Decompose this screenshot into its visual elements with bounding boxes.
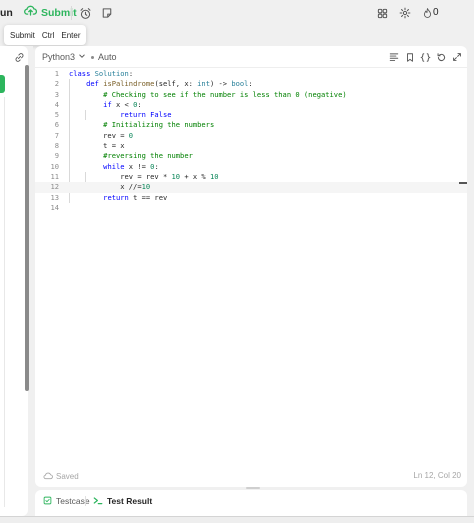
code-line-active: 12 x //=10	[35, 182, 467, 193]
tooltip-key-ctrl: Ctrl	[41, 30, 55, 40]
cloud-upload-icon	[24, 4, 38, 22]
streak-count: 0	[433, 7, 439, 18]
auto-dot-icon	[91, 55, 94, 59]
window-bottom-edge	[0, 516, 474, 523]
editor-scrollbar[interactable]	[459, 46, 467, 487]
layout-icon[interactable]	[374, 5, 390, 21]
link-icon[interactable]	[14, 50, 25, 68]
language-label: Python3	[42, 52, 76, 62]
format-code-icon[interactable]	[388, 51, 400, 63]
left-scrollbar[interactable]	[25, 65, 29, 391]
tab-test-result-label: Test Result	[107, 496, 153, 506]
save-status: Saved	[43, 471, 79, 482]
checkbox-icon	[43, 496, 52, 507]
active-panel-indicator	[0, 75, 5, 93]
chevron-down-icon	[78, 52, 86, 62]
code-line: 7 rev = 0	[54, 130, 134, 140]
run-button-label[interactable]: un	[0, 7, 13, 19]
code-line: 5 return False	[54, 110, 172, 120]
code-line: 2 def isPalindrome(self, x: int) -> bool…	[54, 79, 253, 89]
language-select[interactable]: Python3	[42, 52, 86, 62]
code-line: 11 rev = rev * 10 + x % 10	[50, 171, 219, 181]
tooltip-label: Submit	[10, 30, 35, 40]
code-line: 10 while x != 0:	[50, 161, 159, 171]
saved-label: Saved	[56, 472, 79, 481]
tab-testcase[interactable]: Testcase	[43, 494, 90, 508]
braces-icon[interactable]	[419, 51, 431, 63]
alarm-clock-icon[interactable]	[77, 5, 93, 21]
reset-icon[interactable]	[435, 51, 447, 63]
tab-divider	[85, 496, 86, 506]
panel-resize-handle[interactable]	[246, 487, 260, 489]
submit-shortcut-tooltip: Submit Ctrl Enter	[4, 25, 87, 45]
code-editor-panel: Python3 Auto 1 class Solution: 2 def isP…	[35, 46, 467, 487]
tab-test-result[interactable]: Test Result	[93, 494, 152, 508]
code-line: 13 return t == rev	[50, 192, 168, 202]
top-toolbar: un Submit 0	[0, 0, 474, 26]
gear-icon[interactable]	[397, 5, 413, 21]
code-line: 6 # Initializing the numbers	[54, 120, 215, 130]
submit-button[interactable]: Submit	[20, 3, 83, 23]
editor-toolbar: Python3 Auto	[35, 46, 467, 68]
code-line: 8 t = x	[54, 141, 125, 151]
leetcode-workspace: un Submit 0 Submit Ctrl Enter Python3 Au…	[0, 0, 474, 523]
auto-label: Auto	[98, 52, 117, 62]
tooltip-key-enter: Enter	[61, 30, 81, 40]
panel-divider	[4, 97, 5, 507]
code-line: 4 if x < 0:	[54, 99, 142, 109]
cloud-icon	[43, 471, 53, 482]
terminal-icon	[93, 496, 103, 507]
code-line: 1 class Solution:	[54, 69, 134, 78]
console-panel: Testcase Test Result	[35, 490, 467, 516]
cursor-position: Ln 12, Col 20	[413, 471, 461, 480]
auto-mode[interactable]: Auto	[91, 52, 117, 62]
code-line: 14	[50, 202, 59, 212]
code-line: 9 #reversing the number	[54, 151, 193, 161]
scrollbar-cursor-marker	[459, 182, 467, 184]
toolbar-divider	[71, 6, 72, 20]
code-area[interactable]: 1 class Solution: 2 def isPalindrome(self…	[35, 69, 467, 213]
bookmark-icon[interactable]	[404, 51, 416, 63]
code-line: 3 # Checking to see if the number is les…	[54, 89, 347, 99]
note-icon[interactable]	[99, 5, 115, 21]
